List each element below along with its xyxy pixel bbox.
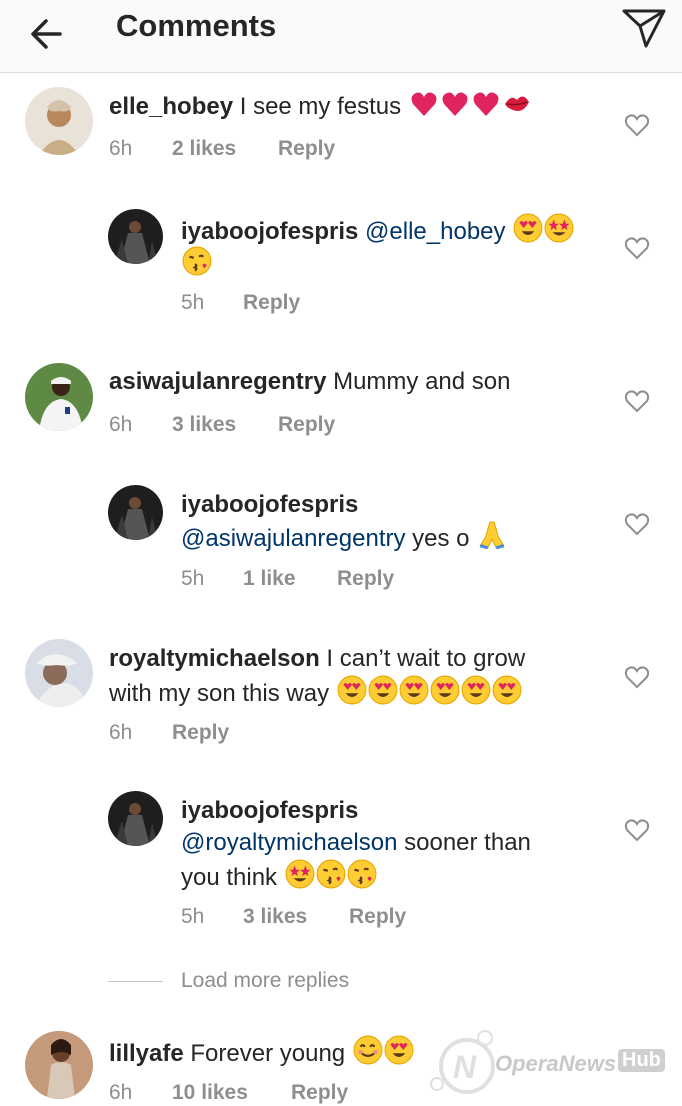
load-more-replies-button[interactable]: Load more replies	[181, 969, 349, 993]
back-arrow-icon[interactable]	[26, 12, 70, 56]
top-bar: Comments	[0, 0, 682, 73]
mention-link[interactable]: @elle_hobey	[365, 218, 505, 245]
divider	[108, 981, 163, 982]
avatar[interactable]	[108, 485, 163, 540]
red-heart-icon	[442, 92, 468, 116]
watermark-brand: OperaNews	[495, 1051, 617, 1076]
comment-text: sooner than	[397, 829, 531, 856]
red-heart-icon	[473, 92, 499, 116]
comment-likes[interactable]: 2 likes	[172, 137, 236, 161]
comment-time: 5h	[181, 567, 205, 590]
reply-button[interactable]: Reply	[172, 721, 229, 745]
heart-eyes-emoji-icon	[430, 675, 460, 705]
reply-button[interactable]: Reply	[349, 905, 406, 929]
comment-username[interactable]: elle_hobey	[109, 93, 233, 120]
avatar[interactable]	[25, 363, 93, 431]
like-heart-icon[interactable]	[624, 818, 650, 842]
reply-button[interactable]: Reply	[243, 291, 300, 315]
like-heart-icon[interactable]	[624, 389, 650, 413]
avatar[interactable]	[108, 209, 163, 264]
comment-username[interactable]: asiwajulanregentry	[109, 368, 326, 395]
folded-hands-emoji-icon	[478, 520, 506, 550]
heart-eyes-emoji-icon	[492, 675, 522, 705]
avatar[interactable]	[25, 87, 93, 155]
star-struck-emoji-icon	[544, 213, 574, 243]
heart-eyes-emoji-icon	[399, 675, 429, 705]
reply-button[interactable]: Reply	[337, 567, 394, 591]
like-heart-icon[interactable]	[624, 665, 650, 689]
page-title: Comments	[116, 8, 277, 43]
red-heart-icon	[411, 92, 437, 116]
comment-username[interactable]: lillyafe	[109, 1040, 184, 1067]
comment-text: Mummy and son	[326, 368, 511, 395]
blowing-kiss-emoji-icon	[346, 859, 377, 889]
comment-time: 6h	[109, 137, 133, 160]
mention-link[interactable]: @asiwajulanregentry	[181, 525, 405, 552]
comment-text: yes o	[405, 525, 477, 552]
blowing-kiss-emoji-icon	[315, 859, 346, 889]
kiss-mark-icon	[504, 95, 530, 112]
reply-button[interactable]: Reply	[278, 137, 335, 161]
comment-username[interactable]: iyaboojofespris	[181, 797, 358, 824]
comment-text: I see my festus	[233, 93, 408, 120]
comment-time: 6h	[109, 721, 133, 744]
heart-eyes-emoji-icon	[384, 1035, 414, 1065]
smiling-face-emoji-icon	[352, 1035, 383, 1065]
avatar[interactable]	[25, 1031, 93, 1099]
heart-eyes-emoji-icon	[337, 675, 367, 705]
like-heart-icon[interactable]	[624, 236, 650, 260]
watermark-hub: Hub	[618, 1049, 665, 1072]
heart-eyes-emoji-icon	[461, 675, 491, 705]
comment-username[interactable]: iyaboojofespris	[181, 491, 358, 518]
comment-username[interactable]: royaltymichaelson	[109, 645, 320, 672]
comment-likes[interactable]: 10 likes	[172, 1081, 248, 1105]
direct-message-icon[interactable]	[618, 2, 670, 50]
comment-text: with my son this way	[109, 680, 336, 707]
like-heart-icon[interactable]	[624, 113, 650, 137]
heart-eyes-emoji-icon	[513, 213, 543, 243]
reply-button[interactable]: Reply	[291, 1081, 348, 1105]
avatar[interactable]	[25, 639, 93, 707]
mention-link[interactable]: @royaltymichaelson	[181, 829, 397, 856]
heart-eyes-emoji-icon	[368, 675, 398, 705]
comment-text: Forever young	[183, 1040, 352, 1067]
comment-likes[interactable]: 3 likes	[243, 905, 307, 929]
comment-likes[interactable]: 3 likes	[172, 413, 236, 437]
svg-text:N: N	[453, 1049, 477, 1085]
blowing-kiss-emoji-icon	[182, 246, 212, 276]
star-struck-emoji-icon	[285, 859, 315, 889]
comment-text: you think	[181, 864, 284, 891]
comment-username[interactable]: iyaboojofespris	[181, 218, 358, 245]
reply-button[interactable]: Reply	[278, 413, 335, 437]
like-heart-icon[interactable]	[624, 512, 650, 536]
comment-time: 6h	[109, 1081, 133, 1104]
avatar[interactable]	[108, 791, 163, 846]
comment-likes[interactable]: 1 like	[243, 567, 296, 591]
comment-time: 5h	[181, 291, 205, 314]
comment-time: 5h	[181, 905, 205, 928]
comment-time: 6h	[109, 413, 133, 436]
comment-text: I can’t wait to grow	[319, 645, 526, 672]
